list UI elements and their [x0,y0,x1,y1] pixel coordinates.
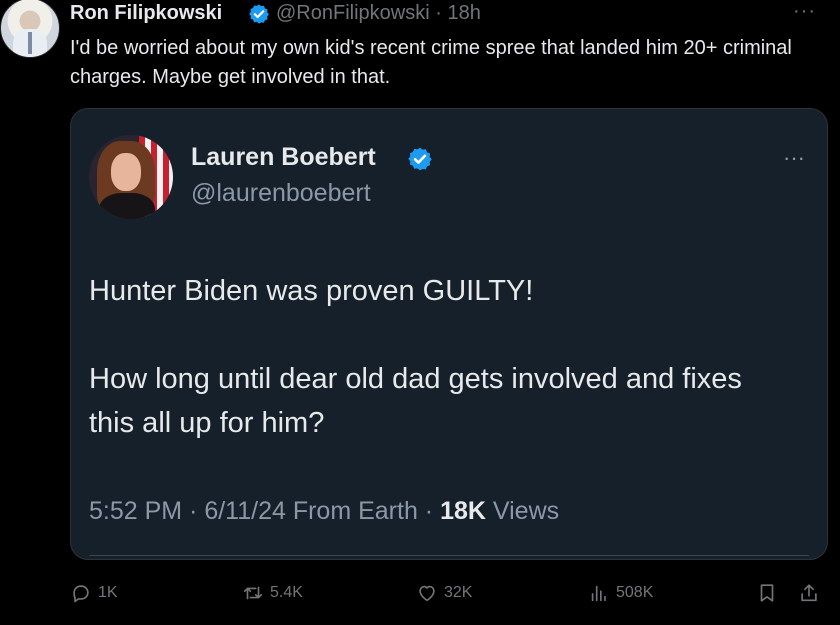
share-icon [801,584,817,602]
quoted-author-avatar[interactable] [89,135,173,219]
quoted-more-options-button[interactable]: ··· [783,145,805,171]
author-avatar[interactable] [0,0,60,58]
avatar-tie [28,32,32,54]
retweet-button[interactable]: 5.4K [242,582,303,604]
avatar-body [99,193,155,219]
quoted-author-name[interactable]: Lauren Boebert [191,143,376,172]
quoted-tweet-card[interactable]: Lauren Boebert @laurenboebert ··· Hunter… [70,108,828,560]
divider [89,555,809,556]
timestamp-source[interactable]: 5:52 PM · 6/11/24 From Earth · [89,497,440,525]
quoted-paragraph: Hunter Biden was proven GUILTY! [89,275,534,307]
action-bar: 1K 5.4K 32K 508K [70,582,830,612]
retweet-icon [243,586,263,600]
share-button[interactable] [798,582,826,604]
avatar-face [111,153,141,191]
quoted-tweet-text: Hunter Biden was proven GUILTY! How long… [89,269,789,445]
like-count: 32K [444,584,473,601]
more-options-button[interactable]: ··· [793,0,816,23]
quoted-author-handle[interactable]: @laurenboebert [191,179,371,208]
tweet-text: I'd be worried about my own kid's recent… [70,37,792,88]
verified-badge-icon [249,4,269,24]
reply-count: 1K [98,584,118,601]
bookmark-icon [760,584,774,602]
retweet-count: 5.4K [270,584,303,601]
author-handle-time[interactable]: @RonFilipkowski · 18h [276,2,481,25]
verified-badge-icon [408,147,432,171]
author-name[interactable]: Ron Filipkowski [70,2,222,25]
view-count: 508K [616,584,654,601]
reply-button[interactable]: 1K [70,582,118,604]
views-button[interactable]: 508K [588,582,653,604]
bookmark-button[interactable] [756,582,784,604]
reply-icon [73,585,89,603]
quoted-tweet-meta: 5:52 PM · 6/11/24 From Earth · 18K Views [89,497,559,526]
quoted-paragraph: How long until dear old dad gets involve… [89,363,742,439]
heart-icon [419,585,435,602]
views-label: Views [485,497,560,525]
analytics-icon [591,585,606,602]
views-count: 18K [440,497,486,525]
like-button[interactable]: 32K [416,582,472,604]
